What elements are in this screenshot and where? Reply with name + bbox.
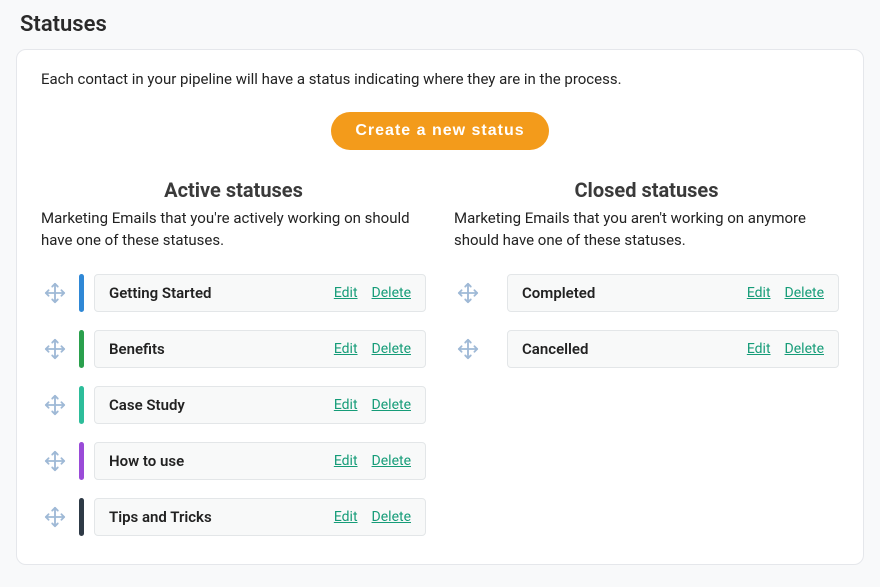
status-columns: Active statuses Marketing Emails that yo… xyxy=(41,178,839,536)
edit-status-button[interactable]: Edit xyxy=(747,285,771,301)
closed-column-title: Closed statuses xyxy=(454,178,839,202)
create-new-status-button[interactable]: Create a new status xyxy=(331,112,548,150)
delete-status-button[interactable]: Delete xyxy=(372,397,411,413)
edit-status-button[interactable]: Edit xyxy=(334,397,358,413)
active-status-list: Getting Started Edit Delete Benefits Edit Del… xyxy=(41,274,426,536)
status-color-strip xyxy=(79,498,84,536)
status-color-strip xyxy=(79,442,84,480)
delete-status-button[interactable]: Delete xyxy=(372,509,411,525)
closed-status-list: Completed Edit Delete Cancelled Edit Delete xyxy=(454,274,839,368)
status-name: How to use xyxy=(109,452,320,470)
create-button-wrap: Create a new status xyxy=(41,112,839,150)
edit-status-button[interactable]: Edit xyxy=(334,341,358,357)
status-name: Tips and Tricks xyxy=(109,508,320,526)
status-box: Getting Started Edit Delete xyxy=(94,274,426,312)
status-row: Cancelled Edit Delete xyxy=(454,330,839,368)
status-color-strip xyxy=(79,330,84,368)
move-icon[interactable] xyxy=(41,386,69,424)
status-row: Tips and Tricks Edit Delete xyxy=(41,498,426,536)
status-name: Benefits xyxy=(109,340,320,358)
status-row: Completed Edit Delete xyxy=(454,274,839,312)
status-box: Completed Edit Delete xyxy=(507,274,839,312)
delete-status-button[interactable]: Delete xyxy=(785,341,824,357)
status-name: Getting Started xyxy=(109,284,320,302)
status-row: Getting Started Edit Delete xyxy=(41,274,426,312)
move-icon[interactable] xyxy=(41,330,69,368)
status-box: Tips and Tricks Edit Delete xyxy=(94,498,426,536)
active-column-title: Active statuses xyxy=(41,178,426,202)
status-box: How to use Edit Delete xyxy=(94,442,426,480)
status-row: Case Study Edit Delete xyxy=(41,386,426,424)
status-color-strip xyxy=(79,386,84,424)
closed-column: Closed statuses Marketing Emails that yo… xyxy=(454,178,839,536)
status-row: How to use Edit Delete xyxy=(41,442,426,480)
status-name: Case Study xyxy=(109,396,320,414)
delete-status-button[interactable]: Delete xyxy=(372,341,411,357)
move-icon[interactable] xyxy=(454,274,482,312)
page-title: Statuses xyxy=(20,12,864,37)
delete-status-button[interactable]: Delete xyxy=(372,453,411,469)
status-box: Cancelled Edit Delete xyxy=(507,330,839,368)
delete-status-button[interactable]: Delete xyxy=(372,285,411,301)
edit-status-button[interactable]: Edit xyxy=(747,341,771,357)
active-column: Active statuses Marketing Emails that yo… xyxy=(41,178,426,536)
delete-status-button[interactable]: Delete xyxy=(785,285,824,301)
edit-status-button[interactable]: Edit xyxy=(334,285,358,301)
closed-column-description: Marketing Emails that you aren't working… xyxy=(454,208,839,252)
status-row: Benefits Edit Delete xyxy=(41,330,426,368)
status-box: Benefits Edit Delete xyxy=(94,330,426,368)
edit-status-button[interactable]: Edit xyxy=(334,453,358,469)
move-icon[interactable] xyxy=(41,498,69,536)
status-name: Completed xyxy=(522,284,733,302)
status-name: Cancelled xyxy=(522,340,733,358)
status-color-strip xyxy=(79,274,84,312)
move-icon[interactable] xyxy=(41,274,69,312)
intro-text: Each contact in your pipeline will have … xyxy=(41,70,839,88)
statuses-card: Each contact in your pipeline will have … xyxy=(16,49,864,565)
edit-status-button[interactable]: Edit xyxy=(334,509,358,525)
status-box: Case Study Edit Delete xyxy=(94,386,426,424)
move-icon[interactable] xyxy=(41,442,69,480)
active-column-description: Marketing Emails that you're actively wo… xyxy=(41,208,426,252)
move-icon[interactable] xyxy=(454,330,482,368)
